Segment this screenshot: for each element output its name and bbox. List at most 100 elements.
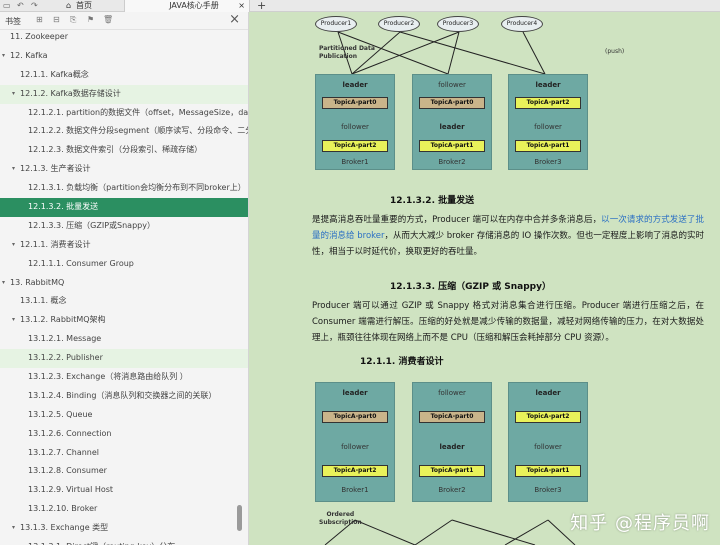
close-icon[interactable]: × (229, 12, 240, 27)
sidebar-item[interactable]: 13.1.2.9. Virtual Host (0, 481, 248, 500)
sidebar-item[interactable]: 13.1.2.10. Broker (0, 500, 248, 519)
sidebar-title: 书签 (5, 17, 21, 26)
sidebar-item-label: 13.1.2.10. Broker (28, 504, 98, 514)
publication-label: Partitioned Data Publication (319, 45, 375, 60)
expand-arrow-icon[interactable]: ▾ (12, 311, 15, 330)
bookmark-icon[interactable]: ⚑ (87, 15, 94, 24)
redo-icon[interactable]: ↷ (31, 0, 38, 12)
broker-name: Broker3 (534, 486, 562, 495)
sidebar-item[interactable]: ▾ 12.1.2. Kafka数据存储设计 (0, 84, 248, 104)
window-icon[interactable]: ▭ (3, 0, 11, 12)
sidebar-item[interactable]: 12.1.3.3. 压缩（GZIP或Snappy） (0, 217, 248, 236)
bookmark-add-icon[interactable]: ⎘ (70, 15, 76, 25)
collapse-icon[interactable]: ⊟ (53, 15, 60, 24)
bookmark-tree: 11. Zookeeper ▾ 12. Kafka 12.1.1. Kafka概念 ▾ 1… (0, 28, 248, 545)
sidebar-item-label: 12.1.3.3. 压缩（GZIP或Snappy） (28, 220, 155, 230)
sidebar-item[interactable]: 12.1.3.1. 负载均衡（partition会均衡分布到不同broker上） (0, 179, 248, 198)
sidebar-item[interactable]: 13.1.2.7. Channel (0, 444, 248, 463)
expand-arrow-icon[interactable]: ▾ (2, 47, 5, 66)
sidebar-item[interactable]: 13.1.3.1. Direct键（routing key）分布: (0, 538, 248, 545)
broker-name: Broker1 (341, 486, 369, 495)
sidebar-item[interactable]: 13.1.2.8. Consumer (0, 462, 248, 481)
broker-name: Broker3 (534, 157, 562, 166)
broker-role-label: leader (439, 443, 465, 451)
producer-node: Producer2 (378, 16, 420, 32)
partition-box: TopicA-part2 (322, 140, 388, 153)
partition-box: TopicA-part0 (322, 97, 388, 110)
partition-box: TopicA-part2 (515, 97, 581, 110)
sidebar-item[interactable]: 13.1.1. 概念 (0, 292, 248, 311)
broker-role-label: follower (438, 81, 466, 89)
sidebar-item[interactable]: ▾ 12. Kafka (0, 47, 248, 66)
sidebar-item-label: 13.1.2.2. Publisher (28, 353, 103, 363)
sidebar-item[interactable]: 12.1.1. Kafka概念 (0, 66, 248, 85)
partition-box: TopicA-part2 (322, 464, 388, 477)
sidebar-item[interactable]: ▾ 13.1.2. RabbitMQ架构 (0, 311, 248, 330)
delete-icon[interactable]: 🗑 (103, 15, 113, 24)
sidebar-item[interactable]: 12.1.2.1. partition的数据文件（offset，MessageS… (0, 104, 248, 123)
sidebar-item-label: 11. Zookeeper (10, 32, 69, 41)
sidebar-item-label: 13.1.2.6. Connection (28, 428, 112, 438)
broker-box: leader TopicA-part2 follower TopicA-part1 Br… (508, 74, 588, 170)
broker-name: Broker1 (341, 157, 369, 166)
expand-arrow-icon[interactable]: ▾ (12, 236, 15, 255)
tab-home[interactable]: ⌂ 首页 (62, 0, 124, 12)
sidebar-item[interactable]: 11. Zookeeper (0, 28, 248, 47)
partition-box: TopicA-part1 (419, 464, 485, 477)
sidebar-item-label: 13.1.2. RabbitMQ架构 (20, 315, 106, 325)
expand-arrow-icon[interactable]: ▾ (12, 85, 15, 104)
expand-arrow-icon[interactable]: ▾ (12, 519, 15, 538)
sidebar-item[interactable]: 12.1.2.3. 数据文件索引（分段索引、稀疏存储） (0, 141, 248, 160)
tab-java-manual[interactable]: JAVA核心手册 × (124, 0, 250, 12)
paragraph-batch-send: 是提高消息吞吐量重要的方式，Producer 端可以在内存中合并多条消息后，以一… (312, 212, 704, 260)
undo-icon[interactable]: ↶ (17, 0, 24, 12)
sidebar-item-label: 13.1.2.9. Virtual Host (28, 485, 114, 495)
sidebar-scrollbar[interactable] (237, 505, 242, 531)
sidebar-item-label: 12.1.2. Kafka数据存储设计 (20, 88, 121, 98)
para-text: 是提高消息吞吐量重要的方式，Producer 端可以在内存中合并多条消息后， (312, 215, 602, 225)
sidebar-item-label: 13.1.3. Exchange 类型 (20, 523, 109, 533)
sidebar-item[interactable]: 13.1.2.3. Exchange（将消息路由给队列 ） (0, 368, 248, 387)
expand-icon[interactable]: ⊞ (36, 15, 43, 24)
sidebar-item[interactable]: ▾ 12.1.1. 消费者设计 (0, 236, 248, 255)
subscription-label: Ordered Subscription (319, 511, 362, 526)
sidebar-item[interactable]: 13.1.2.5. Queue (0, 406, 248, 425)
sidebar-item[interactable]: 12.1.3.2. 批量发送 (0, 198, 248, 217)
sidebar-item-label: 12.1.3.2. 批量发送 (28, 202, 99, 212)
sidebar-item-label: 12.1.3. 生产者设计 (20, 164, 91, 174)
sidebar-item-label: 13.1.2.8. Consumer (28, 466, 107, 476)
publication-diagram: Producer1 Producer2 Producer3 Producer4 … (315, 12, 650, 172)
paragraph-compression: Producer 端可以通过 GZIP 或 Snappy 格式对消息集合进行压缩… (312, 301, 704, 343)
sidebar-item-label: 12.1.1. 消费者设计 (20, 239, 91, 249)
partition-box: TopicA-part0 (322, 410, 388, 423)
sidebar-item[interactable]: 12.1.2.2. 数据文件分段segment（顺序读写、分段命令、二分… (0, 122, 248, 141)
broker-box: leader TopicA-part0 follower TopicA-part2 Br… (315, 74, 395, 170)
producer-node: Producer4 (501, 16, 543, 32)
sidebar-item[interactable]: 13.1.2.1. Message (0, 330, 248, 349)
sidebar-item[interactable]: ▾ 13. RabbitMQ (0, 274, 248, 293)
heading-consumer-design: 12.1.1. 消费者设计 (360, 357, 444, 367)
document-view: Producer1 Producer2 Producer3 Producer4 … (250, 12, 720, 545)
sidebar-item[interactable]: 13.1.2.6. Connection (0, 425, 248, 444)
sidebar-item-label: 13. RabbitMQ (10, 277, 65, 287)
broker-box: leader TopicA-part2 follower TopicA-part1 Br… (508, 382, 588, 502)
broker-role-label: follower (341, 123, 369, 131)
broker-box: leader TopicA-part0 follower TopicA-part2 Br… (315, 382, 395, 502)
broker-box: follower TopicA-part0 leader TopicA-part1 Br… (412, 74, 492, 170)
tab-bar: ▭ ↶ ↷ ⌂ 首页 JAVA核心手册 × + (0, 0, 720, 12)
sidebar-item[interactable]: ▾ 13.1.3. Exchange 类型 (0, 519, 248, 538)
sidebar-item[interactable]: 13.1.2.4. Binding（消息队列和交换器之间的关联） (0, 387, 248, 406)
sidebar-item-label: 12.1.3.1. 负载均衡（partition会均衡分布到不同broker上） (28, 183, 246, 193)
broker-role-label: leader (535, 81, 561, 89)
bookmark-sidebar: 书签 ⊞ ⊟ ⎘ ⚑ 🗑 × 11. Zookeeper ▾ 12. Kafka 12… (0, 12, 249, 545)
expand-arrow-icon[interactable]: ▾ (12, 160, 15, 179)
sidebar-item[interactable]: ▾ 12.1.3. 生产者设计 (0, 160, 248, 179)
sidebar-item[interactable]: 13.1.2.2. Publisher (0, 349, 248, 369)
sidebar-item[interactable]: 12.1.1.1. Consumer Group (0, 255, 248, 274)
new-tab-button[interactable]: + (257, 0, 266, 12)
broker-role-label: follower (534, 123, 562, 131)
close-tab-icon[interactable]: × (238, 0, 245, 12)
tab-java-label: JAVA核心手册 (169, 1, 219, 10)
expand-arrow-icon[interactable]: ▾ (2, 274, 5, 293)
partition-box: TopicA-part1 (515, 140, 581, 153)
